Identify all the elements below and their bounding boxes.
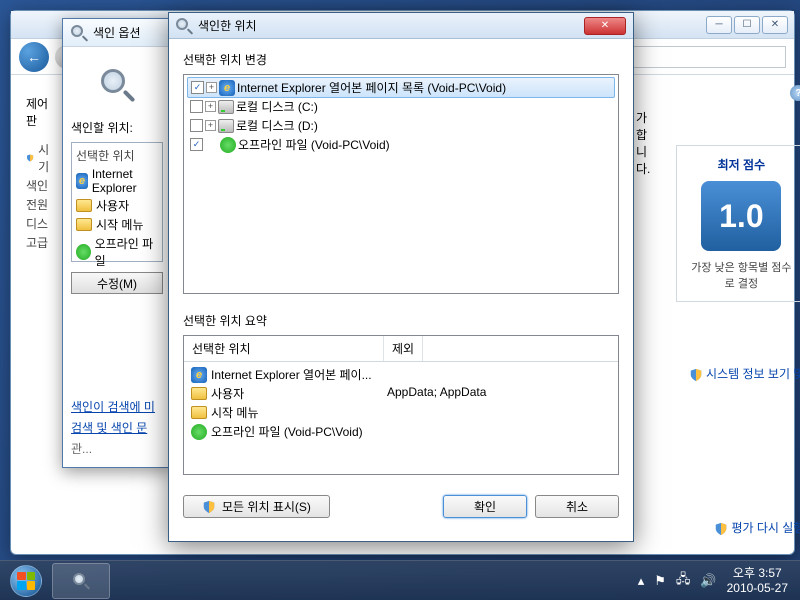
help-icon[interactable]: ? [790,85,800,101]
flag-icon[interactable]: ⚑ [654,573,666,589]
clock[interactable]: 오후 3:57 2010-05-27 [727,566,788,595]
taskbar-item-indexing[interactable] [52,563,110,599]
start-button[interactable] [4,563,48,599]
dialog-title: 색인 옵션 [93,24,141,41]
maximize-button[interactable]: ☐ [734,16,760,34]
summary-row[interactable]: eInternet Explorer 열어본 페이... [187,365,615,384]
summary-row[interactable]: 오프라인 파일 (Void-PC\Void) [187,422,615,441]
shield-icon [26,151,34,165]
volume-icon[interactable]: 🔊 [700,573,716,589]
expand-icon[interactable]: + [205,120,216,131]
ie-icon: e [219,80,235,96]
tree-item-drive-c[interactable]: + 로컬 디스크 (C:) [187,97,615,116]
minimize-button[interactable]: ─ [706,16,732,34]
ie-icon: e [76,173,88,189]
score-caption: 가장 낮은 항목별 점수로 결정 [687,259,795,291]
ok-button[interactable]: 확인 [443,495,527,518]
taskbar: ▴ ⚑ 🖧 🔊 오후 3:57 2010-05-27 [0,560,800,600]
system-info-link[interactable]: 시스템 정보 보기 및 [689,365,800,382]
locations-tree[interactable]: ✓ + e Internet Explorer 열어본 페이지 목록 (Void… [183,74,619,294]
folder-icon [191,406,207,419]
close-button[interactable]: ✕ [762,16,788,34]
folder-icon [191,387,207,400]
search-impact-link[interactable]: 색인이 검색에 미 [71,396,163,417]
index-locations-label: 색인할 위치: [71,119,163,136]
column-excluded[interactable]: 제외 [384,336,423,361]
sidebar-item[interactable]: 시기 [26,141,51,175]
summary-header: 선택한 위치 제외 [184,336,618,362]
tree-item-drive-d[interactable]: + 로컬 디스크 (D:) [187,116,615,135]
system-tray: ▴ ⚑ 🖧 🔊 오후 3:57 2010-05-27 [638,566,796,595]
checkbox[interactable] [190,119,203,132]
tree-label: 로컬 디스크 (C:) [236,98,318,115]
magnifier-icon [73,573,89,589]
indexed-locations-dialog: 색인한 위치 ✕ 선택한 위치 변경 ✓ + e Internet Explor… [168,12,634,542]
rerun-link[interactable]: 평가 다시 실행 [714,519,800,536]
tree-label: 오프라인 파일 (Void-PC\Void) [238,136,390,153]
score-heading: 최저 점수 [687,156,795,173]
tree-item-ie[interactable]: ✓ + e Internet Explorer 열어본 페이지 목록 (Void… [187,77,615,98]
modify-button[interactable]: 수정(M) [71,272,163,294]
left-sidebar: 제어판 시기 색인 전원 디스 고급 [11,75,56,554]
expand-icon[interactable]: + [206,82,217,93]
dialog-footer: 모든 위치 표시(S) 확인 취소 [169,495,633,532]
summary-row[interactable]: 시작 메뉴 [187,403,615,422]
column-selected[interactable]: 선택한 위치 [184,336,384,361]
list-item[interactable]: 시작 메뉴 [76,215,158,234]
folder-icon [76,218,92,231]
show-all-button[interactable]: 모든 위치 표시(S) [183,495,330,518]
change-locations-label: 선택한 위치 변경 [183,51,619,68]
tree-label: 로컬 디스크 (D:) [236,117,318,134]
checkbox[interactable]: ✓ [190,138,203,151]
index-options-dialog: 색인 옵션 색인할 위치: 선택한 위치 eInternet Explorer … [62,18,172,468]
related-label: 관... [71,438,163,459]
summary-table: 선택한 위치 제외 eInternet Explorer 열어본 페이... 사… [183,335,619,475]
date-text: 2010-05-27 [727,581,788,595]
drive-icon [218,119,234,133]
indexed-locations-titlebar[interactable]: 색인한 위치 ✕ [169,13,633,39]
list-item[interactable]: 사용자 [76,196,158,215]
close-button[interactable]: ✕ [584,17,626,35]
magnifier-icon [71,25,87,41]
shield-icon [689,368,703,382]
offline-icon [76,244,91,260]
magnifier-icon [95,63,139,107]
sidebar-heading: 제어판 [26,95,51,129]
summary-label: 선택한 위치 요약 [183,312,619,329]
tree-label: Internet Explorer 열어본 페이지 목록 (Void-PC\Vo… [237,79,506,96]
bottom-links: 색인이 검색에 미 검색 및 색인 문 관... [71,396,163,459]
shield-icon [714,522,728,536]
search-index-link[interactable]: 검색 및 색인 문 [71,417,163,438]
sidebar-item[interactable]: 고급 [26,234,51,251]
checkbox[interactable]: ✓ [191,81,204,94]
network-icon[interactable]: 🖧 [676,570,691,592]
score-value: 1.0 [701,181,781,251]
sidebar-item[interactable]: 색인 [26,177,51,194]
magnifier-icon [176,18,192,34]
index-options-titlebar: 색인 옵션 [63,19,171,47]
offline-icon [220,137,236,153]
expand-icon[interactable]: + [205,101,216,112]
dialog-title: 색인한 위치 [198,17,257,34]
sidebar-item[interactable]: 디스 [26,215,51,232]
tree-item-offline[interactable]: ✓ 오프라인 파일 (Void-PC\Void) [187,135,615,154]
sidebar-item[interactable]: 전원 [26,196,51,213]
list-item[interactable]: eInternet Explorer [76,166,158,196]
folder-icon [76,199,92,212]
time-text: 오후 3:57 [727,566,788,580]
indexed-locations-list[interactable]: 선택한 위치 eInternet Explorer 사용자 시작 메뉴 오프라인… [71,142,163,262]
checkbox[interactable] [190,100,203,113]
back-button[interactable]: ← [19,42,49,72]
drive-icon [218,100,234,114]
shield-icon [202,500,216,514]
windows-logo-icon [10,565,42,597]
cancel-button[interactable]: 취소 [535,495,619,518]
show-hidden-icon[interactable]: ▴ [638,573,645,589]
list-item[interactable]: 오프라인 파일 [76,234,158,270]
offline-icon [191,424,207,440]
ie-icon: e [191,367,207,383]
summary-row[interactable]: 사용자 AppData; AppData [187,384,615,403]
list-header: 선택한 위치 [76,147,158,166]
score-panel: 최저 점수 1.0 가장 낮은 항목별 점수로 결정 [676,145,800,302]
